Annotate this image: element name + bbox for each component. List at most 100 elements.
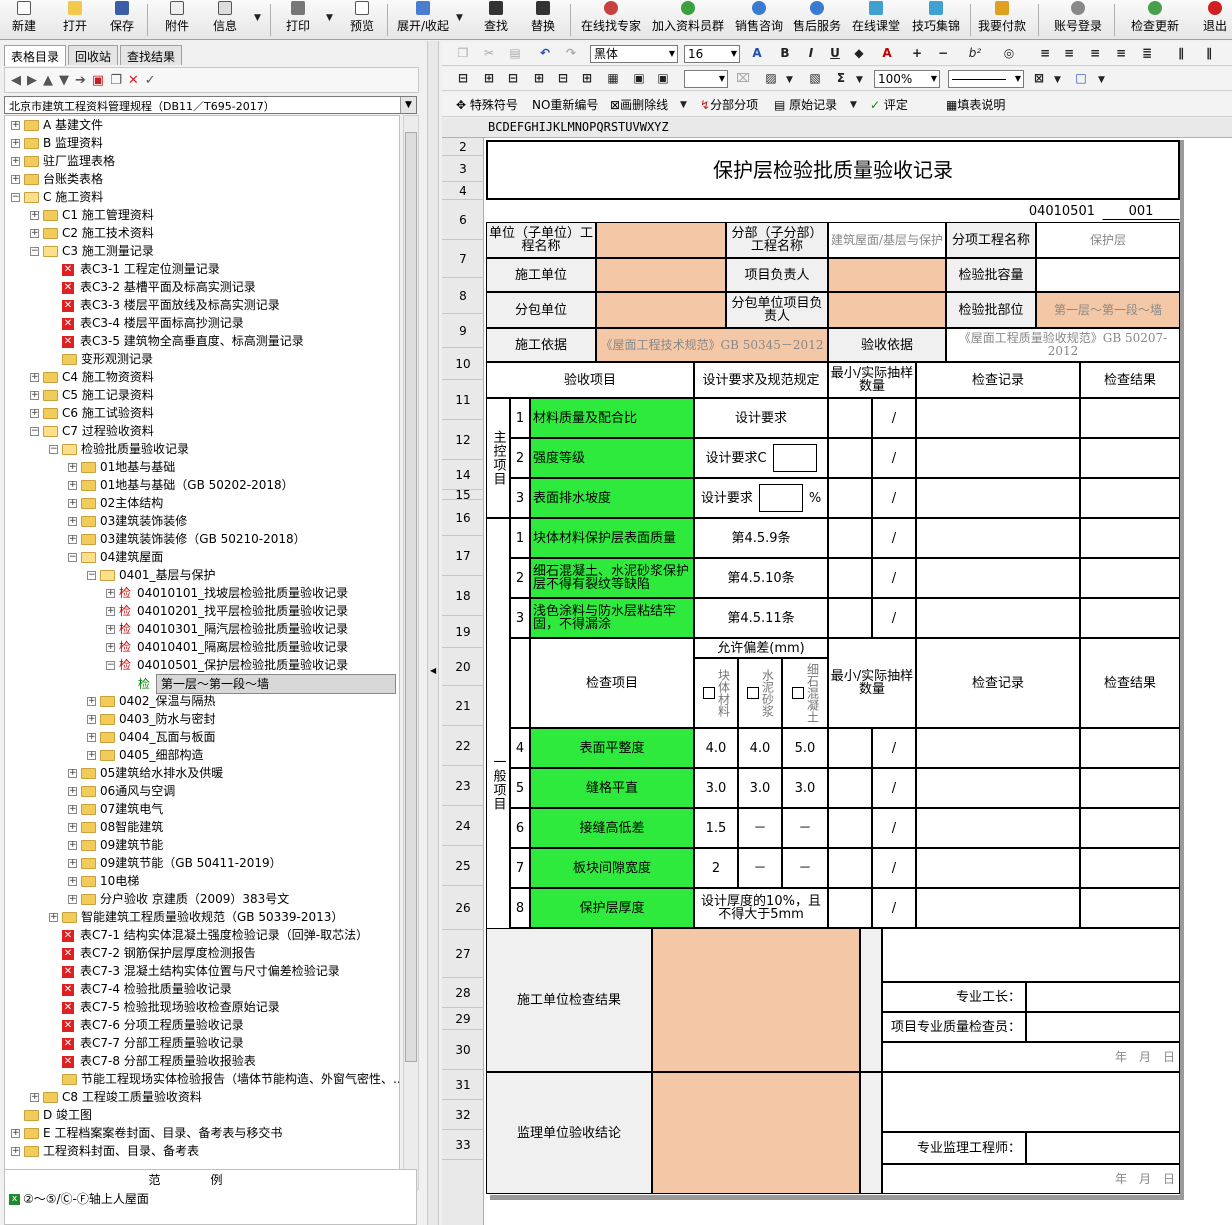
row-number[interactable]: 11 [442, 380, 484, 420]
check-record[interactable] [916, 848, 1080, 888]
tolerance-value[interactable]: 3.0 [694, 768, 738, 808]
arrow-up-icon[interactable]: ▲ [43, 73, 53, 88]
sum-icon[interactable]: Σ [834, 71, 848, 85]
row-number[interactable]: 2 [442, 138, 484, 156]
tab-table-catalog[interactable]: 表格目录 [4, 45, 67, 66]
copy-icon[interactable]: ❐ [456, 46, 470, 60]
check-result[interactable] [1080, 848, 1180, 888]
expand-icon[interactable]: + [49, 913, 58, 922]
spec-combo[interactable]: 北京市建筑工程资料管理规程（DB11／T695-2017） ▼ [4, 96, 417, 114]
row-number[interactable]: 25 [442, 846, 484, 886]
check-result[interactable] [1080, 518, 1180, 558]
info-button[interactable]: 信息 [213, 0, 237, 38]
tolerance-value[interactable]: － [782, 848, 828, 888]
qc-field[interactable] [1026, 1012, 1180, 1042]
expand-icon[interactable]: + [11, 157, 20, 166]
min-sample[interactable] [828, 848, 872, 888]
contractor-field[interactable] [596, 258, 726, 292]
attach-button[interactable]: 附件 [165, 0, 189, 38]
tree-item[interactable]: +05建筑给水排水及供暖 [68, 764, 223, 782]
tree-item[interactable]: +10电梯 [68, 872, 139, 890]
expand-icon[interactable]: + [68, 841, 77, 850]
item-name[interactable]: 保护层厚度 [530, 888, 694, 928]
actual-sample[interactable]: / [872, 848, 916, 888]
collapse-icon[interactable]: − [11, 193, 20, 202]
tree-item[interactable]: ✕ 表C7-1 结构实体混凝土强度检验记录（回弹-取芯法） [49, 926, 368, 944]
check-record[interactable] [916, 728, 1080, 768]
border-icon[interactable]: ⊠ [1032, 71, 1046, 85]
tree-item[interactable]: − 检验批质量验收记录 [49, 440, 189, 458]
sales-button[interactable]: 销售咨询 [735, 0, 783, 38]
material-checkbox[interactable] [702, 687, 715, 699]
actual-sample[interactable]: / [872, 438, 916, 478]
group-button[interactable]: 加入资料员群 [652, 0, 724, 38]
item-requirement[interactable]: 第4.5.10条 [694, 558, 828, 598]
row-number[interactable]: 18 [442, 576, 484, 616]
collapse-icon[interactable]: − [68, 553, 77, 562]
collapse-icon[interactable]: − [87, 571, 96, 580]
item-requirement[interactable]: 第4.5.11条 [694, 598, 828, 638]
subcontractor-field[interactable] [596, 292, 726, 328]
tolerance-value[interactable]: 4.0 [694, 728, 738, 768]
cell-format-icon[interactable]: ▦ [606, 71, 620, 85]
collapse-icon[interactable]: − [30, 247, 39, 256]
min-sample[interactable] [828, 518, 872, 558]
row-number[interactable]: 20 [442, 648, 484, 686]
tolerance-value[interactable]: 3.0 [738, 768, 782, 808]
tree-item[interactable]: +0403_防水与密封 [87, 710, 216, 728]
expand-icon[interactable]: + [106, 625, 115, 634]
expand-icon[interactable]: + [87, 733, 96, 742]
tree-item[interactable]: + 工程资料封面、目录、备考表 [11, 1142, 199, 1160]
chevron-down-icon[interactable]: ▼ [400, 97, 416, 113]
tree-item[interactable]: +01地基与基础 [68, 458, 175, 476]
evaluate-button[interactable]: ✓ 评定 [870, 96, 908, 113]
check-record[interactable] [916, 478, 1080, 518]
tree-item[interactable]: +09建筑节能 [68, 836, 163, 854]
check-record[interactable] [916, 438, 1080, 478]
tolerance-value[interactable]: 4.0 [738, 728, 782, 768]
tolerance-value[interactable]: － [738, 848, 782, 888]
check-record[interactable] [916, 398, 1080, 438]
arrow-right-icon[interactable]: ▶ [27, 73, 37, 88]
collapse-icon[interactable]: − [106, 661, 115, 670]
expand-icon[interactable]: + [30, 409, 39, 418]
expand-icon[interactable]: + [30, 229, 39, 238]
item-name[interactable]: 表面排水坡度 [530, 478, 694, 518]
lock-cell-icon[interactable]: ▣ [656, 71, 670, 85]
expand-button[interactable]: 展开/收起 [397, 0, 449, 38]
tolerance-value[interactable]: 设计厚度的10%，且不得大于5mm [694, 888, 828, 928]
delete-col-icon[interactable]: ⊞ [580, 71, 594, 85]
tree-item[interactable]: +08智能建筑 [68, 818, 163, 836]
expand-icon[interactable]: + [68, 517, 77, 526]
tree-item[interactable]: +09建筑节能（GB 50411-2019） [68, 854, 282, 872]
insert-row-icon[interactable]: ⊟ [506, 71, 520, 85]
tree-item[interactable]: − C 施工资料 [11, 188, 103, 206]
division-value[interactable]: 建筑屋面/基层与保护 [828, 222, 946, 258]
arrow-left-icon[interactable]: ◀ [11, 73, 21, 88]
row-number[interactable]: 19 [442, 616, 484, 648]
expand-icon[interactable]: + [68, 823, 77, 832]
tree-item[interactable]: + 驻厂监理表格 [11, 152, 115, 170]
tree-item[interactable]: D 竣工图 [11, 1106, 92, 1124]
picture-dropdown-icon[interactable]: ▼ [786, 75, 793, 85]
tree-item[interactable]: +07建筑电气 [68, 800, 163, 818]
actual-sample[interactable]: / [872, 518, 916, 558]
collapse-icon[interactable]: − [49, 445, 58, 454]
row-number[interactable]: 12 [442, 420, 484, 460]
fill-guide-button[interactable]: ▦填表说明 [946, 96, 1005, 113]
tree-vertical-scrollbar[interactable] [403, 115, 419, 1190]
tree-item[interactable]: 变形观测记录 [49, 350, 153, 368]
row-number[interactable]: 32 [442, 1100, 484, 1130]
expand-icon[interactable]: + [30, 211, 39, 220]
copy-icon[interactable]: ❐ [110, 73, 122, 88]
row-number[interactable]: 33 [442, 1130, 484, 1160]
row-height-select[interactable]: ▼ [684, 70, 728, 88]
delete-row-icon[interactable]: ⊟ [556, 71, 570, 85]
zoom-select[interactable]: 100% ▼ [874, 70, 940, 88]
form-title[interactable]: 保护层检验批质量验收记录 [486, 140, 1180, 200]
check-result[interactable] [1080, 768, 1180, 808]
font-name-select[interactable]: 黑体 ▼ [590, 45, 678, 63]
tree-item[interactable]: − C7 过程验收资料 [30, 422, 154, 440]
expand-icon[interactable]: + [11, 121, 20, 130]
tree-item[interactable]: + 分户验收 京建质（2009）383号文 [68, 890, 289, 908]
